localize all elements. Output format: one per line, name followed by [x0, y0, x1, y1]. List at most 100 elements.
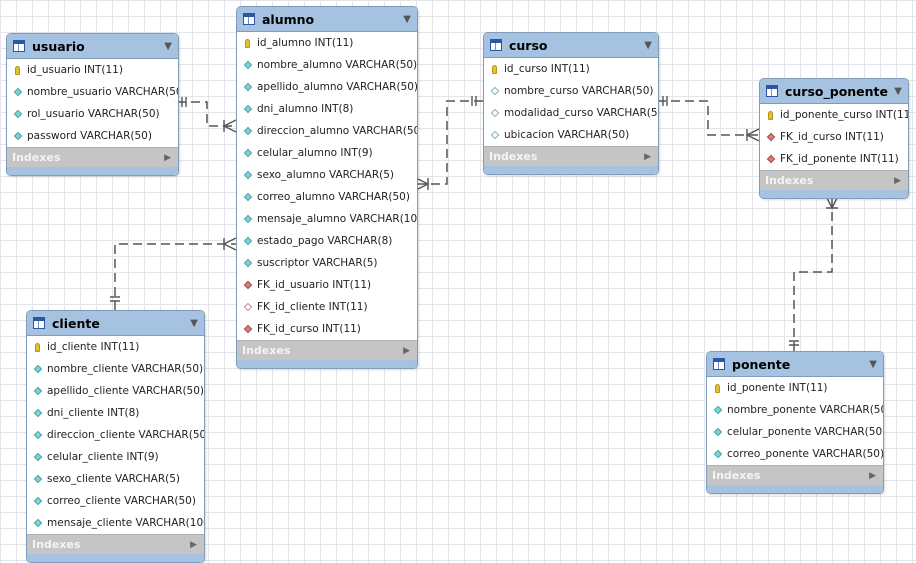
indexes-section[interactable]: Indexes ▶	[484, 146, 658, 166]
table-cliente[interactable]: cliente ▼ id_cliente INT(11) nombre_clien…	[26, 310, 205, 563]
column-row[interactable]: id_usuario INT(11)	[7, 59, 178, 81]
attribute-icon	[242, 126, 253, 136]
table-header[interactable]: ponente ▼	[707, 352, 883, 377]
attribute-nullable-icon	[489, 130, 500, 140]
table-icon	[766, 85, 778, 97]
table-alumno[interactable]: alumno ▼ id_alumno INT(11) nombre_alumno …	[236, 6, 418, 369]
column-label: FK_id_curso INT(11)	[257, 323, 361, 335]
column-label: nombre_curso VARCHAR(50)	[504, 85, 654, 97]
column-label: nombre_alumno VARCHAR(50)	[257, 59, 418, 71]
table-ponente[interactable]: ponente ▼ id_ponente INT(11) nombre_ponen…	[706, 351, 884, 494]
collapse-caret-icon[interactable]: ▼	[190, 318, 198, 329]
expand-arrow-icon[interactable]: ▶	[190, 540, 197, 550]
attribute-icon	[32, 408, 43, 418]
table-footer	[27, 554, 204, 562]
attribute-nullable-icon	[489, 86, 500, 96]
table-header[interactable]: alumno ▼	[237, 7, 417, 32]
column-row[interactable]: id_curso INT(11)	[484, 58, 658, 80]
expand-arrow-icon[interactable]: ▶	[164, 153, 171, 163]
foreign-key-icon	[242, 280, 253, 290]
column-row[interactable]: nombre_cliente VARCHAR(50)	[27, 358, 204, 380]
attribute-icon	[12, 87, 23, 97]
column-row[interactable]: celular_alumno INT(9)	[237, 142, 417, 164]
column-row[interactable]: nombre_curso VARCHAR(50)	[484, 80, 658, 102]
column-label: dni_alumno INT(8)	[257, 103, 354, 115]
column-row[interactable]: correo_cliente VARCHAR(50)	[27, 490, 204, 512]
column-label: sexo_alumno VARCHAR(5)	[257, 169, 395, 181]
table-header[interactable]: curso ▼	[484, 33, 658, 58]
collapse-caret-icon[interactable]: ▼	[403, 14, 411, 25]
column-label: direccion_cliente VARCHAR(50)	[47, 429, 205, 441]
table-header[interactable]: cliente ▼	[27, 311, 204, 336]
column-row[interactable]: id_ponente INT(11)	[707, 377, 883, 399]
primary-key-icon	[242, 38, 253, 48]
column-row[interactable]: FK_id_ponente INT(11)	[760, 148, 908, 170]
column-label: password VARCHAR(50)	[27, 130, 152, 142]
column-row[interactable]: FK_id_usuario INT(11)	[237, 274, 417, 296]
attribute-icon	[242, 82, 253, 92]
table-curso-ponente[interactable]: curso_ponente ▼ id_ponente_curso INT(11)…	[759, 78, 909, 199]
column-row[interactable]: id_alumno INT(11)	[237, 32, 417, 54]
expand-arrow-icon[interactable]: ▶	[869, 471, 876, 481]
column-row[interactable]: celular_ponente VARCHAR(50)	[707, 421, 883, 443]
column-row[interactable]: suscriptor VARCHAR(5)	[237, 252, 417, 274]
column-label: nombre_ponente VARCHAR(50)	[727, 404, 884, 416]
column-label: nombre_usuario VARCHAR(50)	[27, 86, 179, 98]
column-row[interactable]: FK_id_curso INT(11)	[237, 318, 417, 340]
column-row[interactable]: FK_id_cliente INT(11)	[237, 296, 417, 318]
column-row[interactable]: nombre_alumno VARCHAR(50)	[237, 54, 417, 76]
table-name: ponente	[732, 356, 791, 372]
column-row[interactable]: sexo_cliente VARCHAR(5)	[27, 468, 204, 490]
column-row[interactable]: correo_ponente VARCHAR(50)	[707, 443, 883, 465]
table-header[interactable]: curso_ponente ▼	[760, 79, 908, 104]
attribute-icon	[242, 192, 253, 202]
column-label: sexo_cliente VARCHAR(5)	[47, 473, 180, 485]
column-row[interactable]: ubicacion VARCHAR(50)	[484, 124, 658, 146]
column-row[interactable]: apellido_alumno VARCHAR(50)	[237, 76, 417, 98]
table-usuario[interactable]: usuario ▼ id_usuario INT(11) nombre_usuar…	[6, 33, 179, 176]
column-row[interactable]: password VARCHAR(50)	[7, 125, 178, 147]
attribute-icon	[12, 131, 23, 141]
indexes-section[interactable]: Indexes ▶	[27, 534, 204, 554]
column-row[interactable]: modalidad_curso VARCHAR(50)	[484, 102, 658, 124]
column-row[interactable]: id_cliente INT(11)	[27, 336, 204, 358]
column-row[interactable]: dni_cliente INT(8)	[27, 402, 204, 424]
column-row[interactable]: rol_usuario VARCHAR(50)	[7, 103, 178, 125]
column-label: correo_ponente VARCHAR(50)	[727, 448, 884, 460]
column-row[interactable]: id_ponente_curso INT(11)	[760, 104, 908, 126]
indexes-section[interactable]: Indexes ▶	[237, 340, 417, 360]
collapse-caret-icon[interactable]: ▼	[869, 359, 877, 370]
column-row[interactable]: apellido_cliente VARCHAR(50)	[27, 380, 204, 402]
column-row[interactable]: mensaje_cliente VARCHAR(100)	[27, 512, 204, 534]
indexes-label: Indexes	[242, 344, 291, 357]
expand-arrow-icon[interactable]: ▶	[403, 346, 410, 356]
table-curso[interactable]: curso ▼ id_curso INT(11) nombre_curso VAR…	[483, 32, 659, 175]
collapse-caret-icon[interactable]: ▼	[164, 41, 172, 52]
column-row[interactable]: estado_pago VARCHAR(8)	[237, 230, 417, 252]
indexes-section[interactable]: Indexes ▶	[7, 147, 178, 167]
indexes-section[interactable]: Indexes ▶	[760, 170, 908, 190]
column-label: mensaje_cliente VARCHAR(100)	[47, 517, 205, 529]
column-row[interactable]: correo_alumno VARCHAR(50)	[237, 186, 417, 208]
expand-arrow-icon[interactable]: ▶	[644, 152, 651, 162]
collapse-caret-icon[interactable]: ▼	[644, 40, 652, 51]
table-icon	[13, 40, 25, 52]
indexes-label: Indexes	[489, 150, 538, 163]
expand-arrow-icon[interactable]: ▶	[894, 176, 901, 186]
column-row[interactable]: direccion_alumno VARCHAR(50)	[237, 120, 417, 142]
table-header[interactable]: usuario ▼	[7, 34, 178, 59]
column-row[interactable]: dni_alumno INT(8)	[237, 98, 417, 120]
indexes-section[interactable]: Indexes ▶	[707, 465, 883, 485]
column-row[interactable]: celular_cliente INT(9)	[27, 446, 204, 468]
column-label: celular_cliente INT(9)	[47, 451, 159, 463]
column-row[interactable]: sexo_alumno VARCHAR(5)	[237, 164, 417, 186]
column-row[interactable]: nombre_usuario VARCHAR(50)	[7, 81, 178, 103]
column-row[interactable]: nombre_ponente VARCHAR(50)	[707, 399, 883, 421]
indexes-label: Indexes	[32, 538, 81, 551]
table-icon	[490, 39, 502, 51]
table-footer	[7, 167, 178, 175]
collapse-caret-icon[interactable]: ▼	[894, 86, 902, 97]
column-row[interactable]: mensaje_alumno VARCHAR(100)	[237, 208, 417, 230]
column-row[interactable]: direccion_cliente VARCHAR(50)	[27, 424, 204, 446]
column-row[interactable]: FK_id_curso INT(11)	[760, 126, 908, 148]
